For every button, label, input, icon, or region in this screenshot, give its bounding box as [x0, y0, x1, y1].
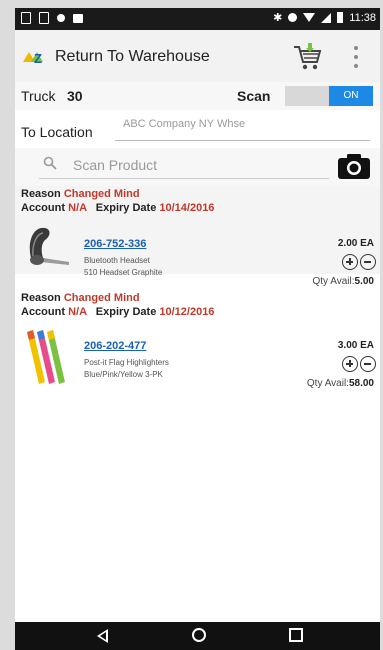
location-row: To Location ABC Company NY Whse [15, 112, 380, 148]
battery-icon [337, 12, 344, 23]
notification-icon [73, 14, 83, 23]
reason-line: Reason Changed Mind [21, 292, 140, 304]
highlighter-product-image [27, 330, 65, 384]
notification-icon [21, 12, 31, 24]
scan-toggle-state: ON [329, 86, 373, 106]
search-row: Scan Product [15, 148, 380, 186]
signal-icon [321, 12, 332, 23]
qty-available-label: Qty Avail: [312, 276, 355, 287]
account-line: Account N/A Expiry Date 10/12/2016 [21, 306, 214, 318]
search-icon [43, 156, 57, 170]
product-sku-link[interactable]: 206-202-477 [84, 340, 146, 352]
account-label: Account [21, 202, 65, 214]
account-line: Account N/A Expiry Date 10/14/2016 [21, 202, 214, 214]
screen: ✱ 11:38 Z Return To Warehouse Truck 30 S… [15, 8, 380, 650]
headset-product-image [29, 227, 69, 265]
product-variant: Blue/Pink/Yellow 3-PK [84, 370, 163, 379]
reason-label: Reason [21, 188, 61, 200]
cart-icon[interactable] [291, 42, 323, 72]
reason-line: Reason Changed Mind [21, 188, 140, 200]
minus-circle-icon[interactable] [360, 254, 376, 270]
list-item[interactable]: Reason Changed Mind Account N/A Expiry D… [15, 290, 380, 400]
recent-apps-icon[interactable] [289, 628, 303, 642]
plus-circle-icon[interactable] [342, 254, 358, 270]
location-field[interactable]: ABC Company NY Whse [123, 118, 245, 130]
expiry-value: 10/14/2016 [159, 202, 215, 214]
location-field-underline [115, 140, 370, 141]
account-label: Account [21, 306, 65, 318]
app-logo-icon: Z [23, 51, 43, 66]
reason-value: Changed Mind [63, 188, 140, 200]
minus-circle-icon[interactable] [360, 356, 376, 372]
back-icon[interactable] [97, 629, 108, 643]
clock: 11:38 [349, 11, 376, 24]
device-frame: ✱ 11:38 Z Return To Warehouse Truck 30 S… [0, 0, 383, 650]
expiry-value: 10/12/2016 [159, 306, 215, 318]
status-bar: ✱ 11:38 [15, 8, 380, 30]
product-sku-link[interactable]: 206-752-336 [84, 238, 146, 250]
expiry-label: Expiry Date [95, 202, 157, 214]
notification-icon [39, 12, 49, 24]
quantity-value: 3.00 EA [337, 340, 374, 351]
product-variant: 510 Headset Graphite [84, 268, 163, 277]
account-value: N/A [68, 306, 87, 318]
expiry-label: Expiry Date [95, 306, 157, 318]
camera-icon[interactable] [337, 152, 371, 180]
account-value: N/A [68, 202, 87, 214]
truck-value: 30 [67, 88, 83, 104]
overflow-menu-icon[interactable] [353, 46, 359, 68]
location-label: To Location [21, 124, 93, 140]
qty-available-value: 5.00 [354, 276, 374, 287]
reason-value: Changed Mind [63, 292, 140, 304]
list-item[interactable]: Reason Changed Mind Account N/A Expiry D… [15, 186, 380, 277]
qty-available: Qty Avail:5.00 [312, 276, 374, 287]
product-description: Bluetooth Headset [84, 256, 150, 265]
quantity-stepper [342, 356, 376, 372]
qty-available-value: 58.00 [348, 378, 374, 389]
alarm-icon [288, 13, 298, 22]
truck-row: Truck 30 Scan ON [15, 82, 380, 110]
scan-product-input[interactable]: Scan Product [73, 157, 157, 173]
notification-icon [57, 14, 65, 22]
scan-label: Scan [237, 88, 271, 104]
search-underline [39, 178, 329, 179]
wifi-icon [303, 13, 316, 22]
reason-label: Reason [21, 292, 61, 304]
home-icon[interactable] [192, 628, 206, 642]
svg-text:Z: Z [34, 51, 42, 66]
app-bar: Z Return To Warehouse [15, 30, 380, 83]
page-title: Return To Warehouse [55, 48, 210, 65]
quantity-stepper [342, 254, 376, 270]
scan-toggle[interactable]: ON [285, 86, 373, 106]
system-nav-bar [15, 622, 380, 650]
quantity-value: 2.00 EA [337, 238, 374, 249]
qty-available: Qty Avail:58.00 [307, 378, 374, 389]
bluetooth-icon: ✱ [273, 12, 283, 24]
product-description: Post-it Flag Highlighters [84, 358, 169, 367]
truck-label: Truck [21, 88, 56, 104]
qty-available-label: Qty Avail: [306, 378, 349, 389]
plus-circle-icon[interactable] [342, 356, 358, 372]
